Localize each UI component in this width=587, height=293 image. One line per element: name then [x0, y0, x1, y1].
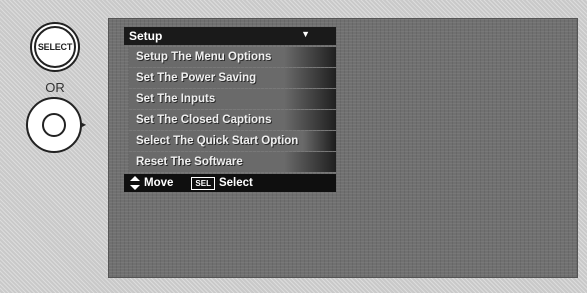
menu-item-label: Set The Closed Captions: [136, 114, 272, 126]
menu-footer: Move SEL Select: [124, 174, 336, 192]
right-arrow-button-ring: [42, 113, 66, 137]
select-label: Select: [218, 177, 253, 189]
menu-header[interactable]: Setup ▼: [124, 27, 336, 45]
sel-key-icon: SEL: [191, 176, 215, 190]
select-button-label: SELECT: [37, 42, 73, 52]
right-arrow-button[interactable]: ▶: [26, 97, 86, 153]
menu-item-closed-captions[interactable]: Set The Closed Captions: [129, 110, 336, 130]
menu-item-label: Set The Inputs: [136, 93, 216, 105]
menu-item-reset-software[interactable]: Reset The Software: [129, 152, 336, 172]
menu-title: Setup: [129, 29, 163, 43]
dropdown-arrow-icon: ▼: [301, 29, 310, 39]
menu-item-setup-menu-options[interactable]: Setup The Menu Options: [129, 47, 336, 67]
move-label: Move: [144, 177, 174, 189]
setup-menu: Setup ▼ Setup The Menu Options Set The P…: [124, 27, 336, 192]
remote-panel: SELECT OR ▶: [0, 0, 108, 293]
menu-items: Setup The Menu Options Set The Power Sav…: [129, 47, 336, 172]
menu-item-label: Reset The Software: [136, 156, 243, 168]
right-arrow-icon: ▶: [80, 120, 87, 129]
menu-item-label: Setup The Menu Options: [136, 51, 272, 63]
menu-item-power-saving[interactable]: Set The Power Saving: [129, 68, 336, 88]
menu-item-label: Set The Power Saving: [136, 72, 257, 84]
or-label: OR: [45, 80, 65, 95]
up-down-arrow-icon: [130, 176, 140, 190]
menu-item-label: Select The Quick Start Option: [136, 135, 299, 147]
menu-item-quick-start[interactable]: Select The Quick Start Option: [129, 131, 336, 151]
menu-item-inputs[interactable]: Set The Inputs: [129, 89, 336, 109]
select-button[interactable]: SELECT: [30, 22, 80, 72]
select-button-ring: SELECT: [34, 26, 76, 68]
